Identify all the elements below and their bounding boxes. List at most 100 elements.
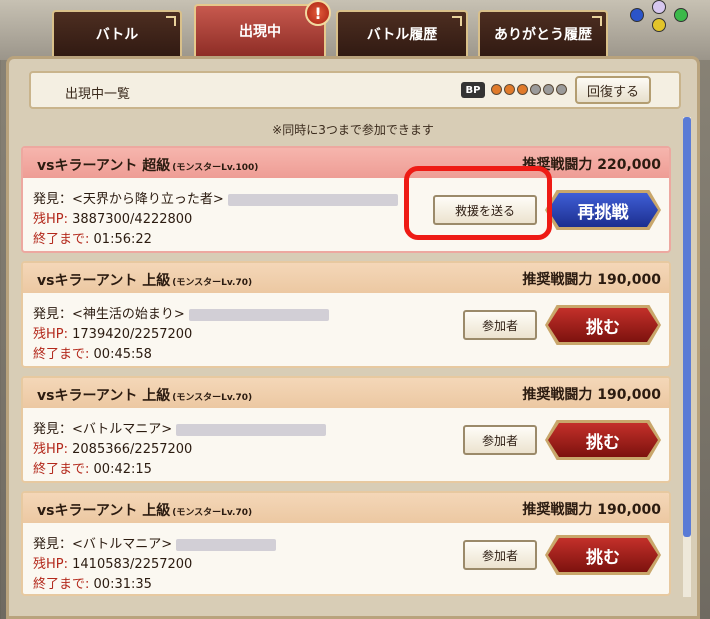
participants-button[interactable]: 参加者 (463, 310, 537, 340)
time-value: 00:31:35 (93, 577, 152, 592)
tab-corner-icon (452, 16, 462, 26)
monster-name: vsキラーアント 上級 (37, 388, 171, 404)
discoverer-label: 発見： (33, 192, 73, 207)
monster-level: (モンスターLv.100) (172, 163, 259, 173)
discoverer-label: 発見： (33, 307, 73, 322)
monster-level: (モンスターLv.70) (172, 393, 253, 403)
bp-label: BP (461, 82, 485, 98)
time-line: 終了まで: 01:56:22 (33, 228, 152, 247)
monster-name: vsキラーアント 上級 (37, 503, 171, 519)
bp-dot (504, 84, 515, 95)
hp-line: 残HP: 3887300/4222800 (33, 208, 192, 227)
monster-name: vsキラーアント 上級 (37, 273, 171, 289)
tab-battle-label: バトル (95, 27, 139, 43)
hp-label: 残HP: (33, 327, 68, 342)
raid-card: vsキラーアント 超級 (モンスターLv.100) 推奨戦闘力 220,000 発… (21, 146, 671, 253)
discoverer-name: <神生活の始まり> (72, 307, 185, 322)
challenge-button-label: 挑む (548, 423, 658, 457)
time-label: 終了まで: (33, 347, 90, 362)
tab-thanks-history[interactable]: ありがとう履歴 (478, 10, 608, 56)
hp-label: 残HP: (33, 557, 68, 572)
time-line: 終了まで: 00:42:15 (33, 458, 152, 477)
hp-line: 残HP: 1739420/2257200 (33, 323, 192, 342)
hp-line: 残HP: 1410583/2257200 (33, 553, 192, 572)
hp-value: 2085366/2257200 (72, 442, 193, 457)
time-label: 終了まで: (33, 577, 90, 592)
hp-value: 1739420/2257200 (72, 327, 193, 342)
discoverer-line: 発見：<神生活の始まり> (33, 303, 329, 322)
discoverer-line: 発見：<バトルマニア> (33, 533, 277, 552)
challenge-button-label: 挑む (548, 308, 658, 342)
time-line: 終了まで: 00:31:35 (33, 573, 152, 592)
discoverer-line: 発見：<天界から降り立った者> (33, 188, 398, 207)
time-label: 終了まで: (33, 462, 90, 477)
raid-card: vsキラーアント 上級 (モンスターLv.70) 推奨戦闘力 190,000 発見… (21, 491, 671, 596)
bp-dot (556, 84, 567, 95)
tab-battle-history-label: バトル履歴 (366, 27, 438, 43)
blurred-username (188, 308, 329, 321)
blurred-username (176, 538, 277, 551)
card-header: vsキラーアント 超級 (モンスターLv.100) 推奨戦闘力 220,000 (23, 148, 669, 178)
panel-title: 出現中一覧 (65, 87, 131, 102)
green-gem-icon (674, 8, 688, 22)
tab-battle[interactable]: バトル (52, 10, 182, 56)
monster-name: vsキラーアント 超級 (37, 158, 171, 174)
main-panel: 出現中一覧 BP 回復する ※同時に3つまで参加できます vsキラーアント 超級… (6, 56, 700, 619)
retry-button-label: 再挑戦 (548, 193, 658, 227)
tab-corner-icon (166, 16, 176, 26)
hp-value: 1410583/2257200 (72, 557, 193, 572)
challenge-button[interactable]: 挑む (545, 305, 661, 345)
bp-dot (543, 84, 554, 95)
discoverer-label: 発見： (33, 422, 73, 437)
scrollbar[interactable] (683, 117, 691, 597)
participants-button[interactable]: 参加者 (463, 425, 537, 455)
panel-header: 出現中一覧 BP 回復する (29, 71, 681, 109)
card-title: vsキラーアント 上級 (モンスターLv.70) (37, 385, 252, 405)
blurred-username (227, 193, 398, 206)
monster-level: (モンスターLv.70) (172, 278, 253, 288)
gems-ornament-icon (630, 0, 700, 40)
discoverer-line: 発見：<バトルマニア> (33, 418, 327, 437)
card-title: vsキラーアント 上級 (モンスターLv.70) (37, 500, 252, 520)
hp-value: 3887300/4222800 (72, 212, 193, 227)
bp-dot (530, 84, 541, 95)
tab-active-raids-label: 出現中 (239, 24, 281, 40)
recommended-power: 推奨戦闘力 190,000 (522, 387, 661, 403)
tab-battle-history[interactable]: バトル履歴 (336, 10, 468, 56)
raid-card: vsキラーアント 上級 (モンスターLv.70) 推奨戦闘力 190,000 発見… (21, 376, 671, 483)
recommended-power: 推奨戦闘力 190,000 (522, 502, 661, 518)
blurred-username (176, 423, 327, 436)
card-title: vsキラーアント 上級 (モンスターLv.70) (37, 270, 252, 290)
hp-label: 残HP: (33, 442, 68, 457)
time-line: 終了まで: 00:45:58 (33, 343, 152, 362)
alert-icon: ! (305, 0, 331, 26)
card-header: vsキラーアント 上級 (モンスターLv.70) 推奨戦闘力 190,000 (23, 493, 669, 523)
tab-corner-icon (592, 16, 602, 26)
retry-button[interactable]: 再挑戦 (545, 190, 661, 230)
discoverer-label: 発見： (33, 537, 73, 552)
recover-button[interactable]: 回復する (575, 76, 651, 104)
time-value: 00:42:15 (93, 462, 152, 477)
time-value: 00:45:58 (93, 347, 152, 362)
tab-thanks-history-label: ありがとう履歴 (494, 27, 592, 43)
time-label: 終了まで: (33, 232, 90, 247)
challenge-button[interactable]: 挑む (545, 535, 661, 575)
card-header: vsキラーアント 上級 (モンスターLv.70) 推奨戦闘力 190,000 (23, 263, 669, 293)
discoverer-name: <バトルマニア> (72, 422, 173, 437)
blue-gem-icon (630, 8, 644, 22)
highlight-annotation (404, 166, 552, 240)
bp-dot (491, 84, 502, 95)
challenge-button[interactable]: 挑む (545, 420, 661, 460)
scroll-thumb[interactable] (683, 117, 691, 537)
participants-button[interactable]: 参加者 (463, 540, 537, 570)
challenge-button-label: 挑む (548, 538, 658, 572)
recommended-power: 推奨戦闘力 190,000 (522, 272, 661, 288)
hp-label: 残HP: (33, 212, 68, 227)
white-gem-icon (652, 0, 666, 14)
card-title: vsキラーアント 超級 (モンスターLv.100) (37, 155, 258, 175)
card-header: vsキラーアント 上級 (モンスターLv.70) 推奨戦闘力 190,000 (23, 378, 669, 408)
raid-card: vsキラーアント 上級 (モンスターLv.70) 推奨戦闘力 190,000 発見… (21, 261, 671, 368)
bp-dot (517, 84, 528, 95)
monster-level: (モンスターLv.70) (172, 508, 253, 518)
yellow-gem-icon (652, 18, 666, 32)
